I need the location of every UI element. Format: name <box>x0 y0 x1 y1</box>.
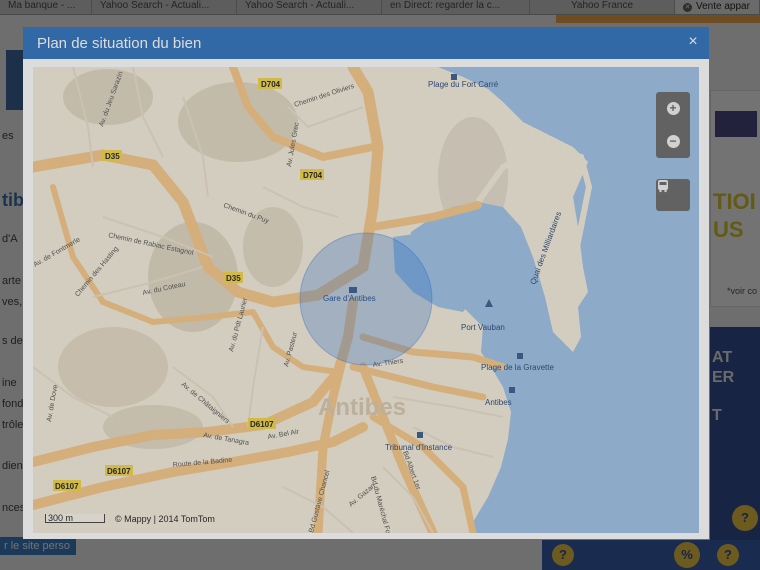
road-badge-label: D704 <box>261 80 281 89</box>
road-badge-label: D6107 <box>107 467 131 476</box>
zoom-in-button[interactable]: + <box>656 92 690 125</box>
dialog-header: Plan de situation du bien × <box>23 27 709 59</box>
road-badge-label: D6107 <box>250 420 274 429</box>
zoom-controls: + − <box>656 92 690 158</box>
beach-icon <box>517 353 523 359</box>
minus-icon: − <box>666 135 680 148</box>
public-transport-button[interactable] <box>656 179 690 211</box>
close-button[interactable]: × <box>685 33 701 51</box>
city-label: Antibes <box>318 394 406 421</box>
street-label: Av. Gazan <box>348 483 377 509</box>
street-label: Av. Bel Air <box>267 428 300 441</box>
road-badge-label: D35 <box>226 274 241 283</box>
place-label: Tribunal d'Instance <box>385 443 453 452</box>
place-label: Port Vauban <box>461 323 505 332</box>
map-canvas[interactable]: Antibes D704 D704 D35 D35 D6107 D6107 D6… <box>33 67 699 533</box>
road-badge-label: D35 <box>105 152 120 161</box>
plus-icon: + <box>666 102 680 115</box>
road-badge-label: D6107 <box>55 482 79 491</box>
landmark-icon <box>509 387 515 393</box>
street-label: Av. de Dove <box>46 384 59 422</box>
bus-icon <box>658 180 668 193</box>
property-location-marker[interactable] <box>299 232 433 366</box>
zoom-out-button[interactable]: − <box>656 125 690 158</box>
place-label: Antibes <box>485 398 512 407</box>
map-scale: 300 m <box>45 514 105 523</box>
train-icon <box>349 287 357 293</box>
place-label: Quai des Milliardaires <box>528 210 563 285</box>
place-label: Plage de la Gravette <box>481 363 554 372</box>
road-badge-label: D704 <box>303 171 323 180</box>
dialog-title: Plan de situation du bien <box>37 35 202 52</box>
street-label: Chemin des Oliviers <box>293 83 355 109</box>
map-view[interactable]: Antibes D704 D704 D35 D35 D6107 D6107 D6… <box>33 67 699 533</box>
place-label: Plage du Fort Carré <box>428 80 499 89</box>
location-map-dialog: Plan de situation du bien × Antibes D704… <box>23 27 709 539</box>
map-copyright: © Mappy | 2014 TomTom <box>115 514 215 524</box>
courthouse-icon <box>417 432 423 438</box>
beach-icon <box>451 74 457 80</box>
